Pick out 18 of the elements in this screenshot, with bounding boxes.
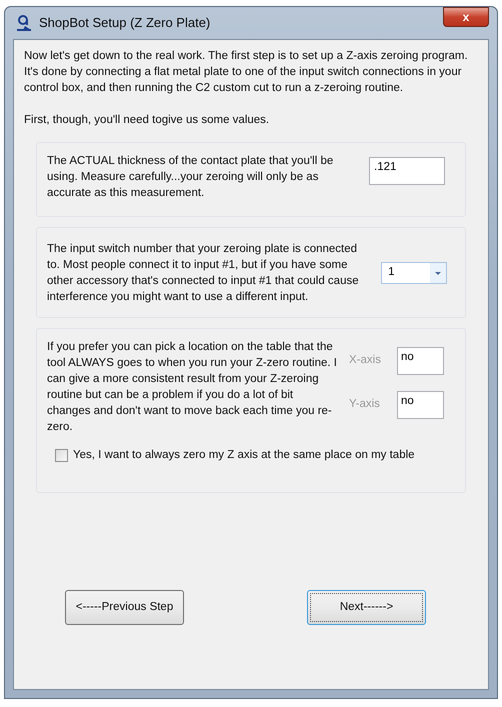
next-button[interactable]: Next------> xyxy=(307,590,426,625)
window-title: ShopBot Setup (Z Zero Plate) xyxy=(39,14,210,32)
axis-field[interactable]: no xyxy=(397,391,444,419)
intro-paragraph: First, though, you'll need togive us some values. xyxy=(24,113,270,128)
checkbox[interactable] xyxy=(55,449,68,462)
checkbox-label: Yes, I want to always zero my Z axis at the same place on my table xyxy=(73,448,415,463)
previous-step-button[interactable]: <-----Previous Step xyxy=(65,590,184,625)
app-logo-icon xyxy=(15,14,33,32)
axis-label: X-axis xyxy=(349,353,382,368)
input-switch-description: The input switch number that your zeroing plate is connected to. Most people connect it to input #1, but if you have some other accessory that's connected to input #1 that could cause interference you might want to use a different input. xyxy=(47,242,360,304)
location-description: If you prefer you can pick a location on the table that the tool ALWAYS goes to when you run your Z-zero routine. I can give a more consistent result from your Z-zeroing routine but can be a problem if you do a lot of bit changes and don't want to move back each time you re-zero. xyxy=(47,340,337,435)
intro-paragraph: Now let's get down to the real work. The first step is to set up a Z-axis zeroing program. It's done by connecting a flat metal plate to one of the input switch connections in your control box, and then running the C2 custom cut to run a z-zeroing routine. xyxy=(24,49,469,96)
thickness-description: The ACTUAL thickness of the contact plate that you'll be using. Measure carefully...your zeroing will only be as accurate as this measurement. xyxy=(47,154,334,201)
axis-field[interactable]: no xyxy=(397,347,444,375)
axis-label: Y-axis xyxy=(349,397,381,412)
thickness-field[interactable]: .121 xyxy=(369,157,445,185)
close-button[interactable]: x xyxy=(443,7,489,27)
input-switch-dropdown[interactable]: 1 xyxy=(381,262,447,284)
